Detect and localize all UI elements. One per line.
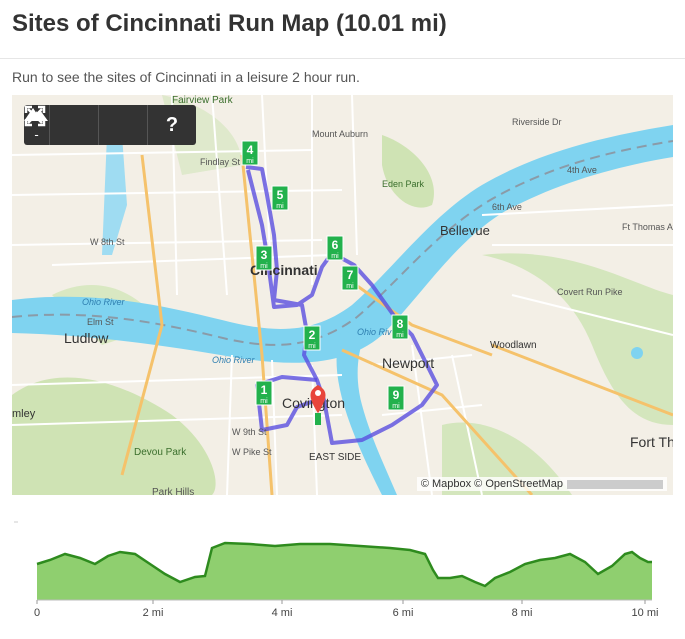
map-attribution[interactable]: © Mapbox © OpenStreetMap <box>416 477 667 491</box>
svg-text:6: 6 <box>332 238 339 252</box>
map-controls: + - ? <box>24 105 196 145</box>
label-findlay-st: Findlay St <box>200 157 241 167</box>
route-description: Run to see the sites of Cincinnati in a … <box>12 69 360 85</box>
attribution-text: © Mapbox © OpenStreetMap <box>420 478 563 490</box>
mile-marker-9[interactable]: 9mi <box>387 385 405 411</box>
devou-park-area <box>12 377 216 495</box>
svg-text:mi: mi <box>260 398 268 405</box>
x-tick-label: 8 mi <box>512 607 533 619</box>
label-ft-thomas-ave: Ft Thomas Ave <box>622 222 673 232</box>
mile-marker-5[interactable]: 5mi <box>271 185 289 211</box>
svg-text:2: 2 <box>309 328 316 342</box>
svg-text:mi: mi <box>246 158 254 165</box>
label-fourth-ave: 4th Ave <box>567 165 597 175</box>
label-devou-park: Devou Park <box>134 447 187 458</box>
elevation-area <box>37 543 652 600</box>
label-w-pike: W Pike St <box>232 447 272 457</box>
zoom-out-button[interactable]: - <box>24 125 49 145</box>
title-divider <box>0 58 685 59</box>
eden-park-area <box>382 135 434 208</box>
label-fort-thomas: Fort Th <box>630 434 673 450</box>
page-title: Sites of Cincinnati Run Map (10.01 mi) <box>12 10 447 37</box>
svg-text:mi: mi <box>392 403 400 410</box>
label-covert-run: Covert Run Pike <box>557 287 623 297</box>
label-ludlow: Ludlow <box>64 330 109 346</box>
fullscreen-button[interactable] <box>24 105 99 145</box>
label-riverside-dr: Riverside Dr <box>512 117 562 127</box>
x-tick-label: 6 mi <box>393 607 414 619</box>
svg-text:mi: mi <box>276 203 284 210</box>
pond <box>631 347 643 359</box>
svg-text:5: 5 <box>277 188 284 202</box>
svg-text:mi: mi <box>346 283 354 290</box>
svg-text:mi: mi <box>331 253 339 260</box>
attribution-bar <box>567 479 663 489</box>
x-tick-label: 2 mi <box>143 607 164 619</box>
x-tick-label: 10 mi <box>632 607 659 619</box>
elevation-x-ticks: 0 2 mi 4 mi 6 mi 8 mi 10 mi <box>34 600 659 619</box>
mile-marker-8[interactable]: 8mi <box>391 314 409 340</box>
label-newport: Newport <box>382 355 434 371</box>
mile-marker-7[interactable]: 7mi <box>341 265 359 291</box>
label-sixth-ave: 6th Ave <box>492 202 522 212</box>
mountain-icon <box>24 108 48 121</box>
svg-text:4: 4 <box>247 143 254 157</box>
svg-text:mi: mi <box>308 343 316 350</box>
x-tick-label: 4 mi <box>272 607 293 619</box>
label-w8th: W 8th St <box>90 237 125 247</box>
label-edge-mley: mley <box>12 408 36 420</box>
label-bellevue: Bellevue <box>440 223 490 238</box>
label-w9th: W 9th St <box>232 427 267 437</box>
help-button[interactable]: ? <box>148 105 196 145</box>
label-eden-park: Eden Park <box>382 179 425 189</box>
mile-marker-4[interactable]: 4mi <box>241 140 259 166</box>
route-map[interactable]: Fairview Park Mount Auburn Findlay St Ed… <box>12 95 673 495</box>
label-ohio-river-west: Ohio River <box>82 297 126 307</box>
terrain-button[interactable] <box>24 105 148 145</box>
svg-text:7: 7 <box>347 268 354 282</box>
svg-text:mi: mi <box>396 332 404 339</box>
mile-marker-3[interactable]: 3mi <box>255 245 273 271</box>
label-mount-auburn: Mount Auburn <box>312 129 368 139</box>
svg-text:1: 1 <box>261 383 268 397</box>
svg-text:3: 3 <box>261 248 268 262</box>
map-canvas[interactable]: Fairview Park Mount Auburn Findlay St Ed… <box>12 95 673 495</box>
mile-marker-2[interactable]: 2mi <box>303 325 321 351</box>
label-ohio-river-center: Ohio River <box>212 355 256 365</box>
mile-marker-1[interactable]: 1mi <box>255 380 273 406</box>
svg-text:8: 8 <box>397 317 404 331</box>
label-elm-st: Elm St <box>87 317 114 327</box>
label-park-hills: Park Hills <box>152 487 194 495</box>
svg-text:mi: mi <box>260 263 268 270</box>
x-tick-label: 0 <box>34 607 40 619</box>
svg-text:9: 9 <box>393 388 400 402</box>
elevation-profile[interactable]: 0 2 mi 4 mi 6 mi 8 mi 10 mi <box>0 520 685 639</box>
label-east-side: EAST SIDE <box>309 452 361 463</box>
label-woodlawn: Woodlawn <box>490 340 537 351</box>
help-label: ? <box>165 113 179 136</box>
mile-marker-6[interactable]: 6mi <box>326 235 344 261</box>
